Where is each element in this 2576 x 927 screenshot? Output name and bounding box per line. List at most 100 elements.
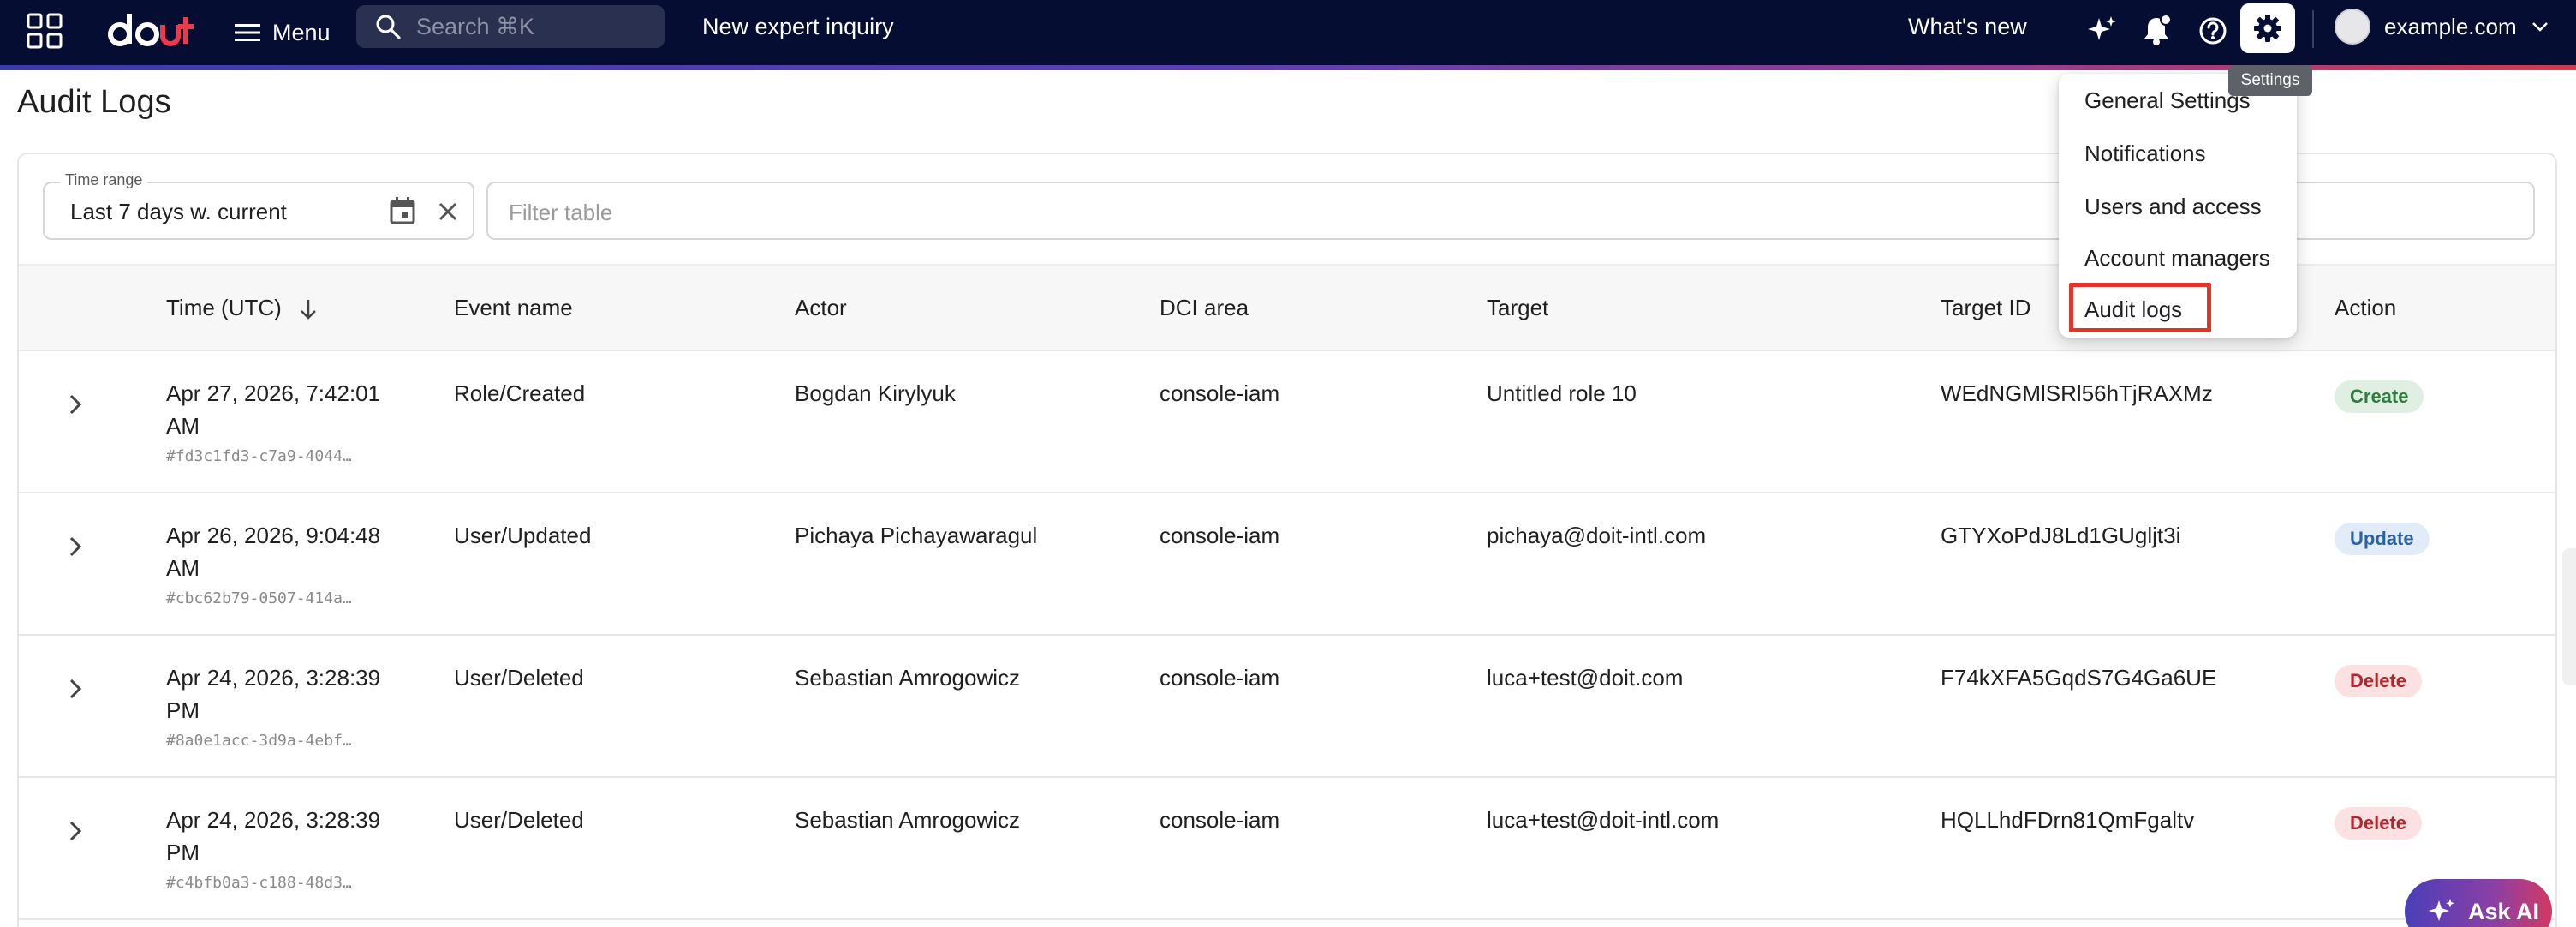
help-button[interactable] [2194, 12, 2232, 50]
settings-tooltip: Settings [2228, 65, 2312, 96]
sparkle-icon [2088, 16, 2116, 40]
topbar-divider [2312, 10, 2314, 48]
column-header-target-id[interactable]: Target ID [1941, 295, 2031, 321]
time-value: Apr 27, 2026, 7:42:01 [166, 380, 381, 406]
time-period: AM [166, 413, 200, 439]
table-row[interactable]: Apr 24, 2026, 3:28:39 PM #c4bfb0a3-c188-… [19, 778, 2555, 920]
target-id-cell: F74kXFA5GqdS7G4Ga6UE [1941, 665, 2217, 691]
chevron-right-icon[interactable] [58, 672, 92, 706]
time-cell: Apr 24, 2026, 3:28:39 PM #c4bfb0a3-c188-… [166, 804, 423, 894]
sparkle-icon [2429, 899, 2454, 921]
menu-label: Menu [272, 19, 331, 45]
actor-cell: Sebastian Amrogowicz [795, 807, 1021, 833]
time-range-value: Last 7 days w. current [70, 199, 287, 224]
event-name-cell: Role/Created [454, 380, 586, 406]
ai-sparkle-button[interactable] [2083, 12, 2120, 50]
column-header-target[interactable]: Target [1487, 295, 1548, 321]
chevron-right-icon[interactable] [58, 814, 92, 848]
new-expert-inquiry-link[interactable]: New expert inquiry [702, 14, 894, 40]
doit-logo-mark [108, 14, 194, 46]
table-row[interactable]: Apr 24, 2026, 3:28:39 PM #8a0e1acc-3d9a-… [19, 636, 2555, 778]
time-cell: Apr 26, 2026, 9:04:48 AM #cbc62b79-0507-… [166, 519, 423, 610]
dci-area-cell: console-iam [1160, 380, 1280, 406]
avatar [2334, 9, 2370, 45]
account-switcher[interactable]: example.com [2334, 7, 2549, 46]
menu-item-account-managers[interactable]: Account managers [2084, 245, 2270, 272]
audit-logs-highlight-box [2069, 283, 2211, 332]
chevron-right-icon[interactable] [58, 529, 92, 564]
actor-cell: Pichaya Pichayawaragul [795, 523, 1038, 548]
target-cell: pichaya@doit-intl.com [1487, 523, 1707, 548]
target-cell: Untitled role 10 [1487, 380, 1637, 406]
menu-button[interactable]: Menu [235, 10, 331, 55]
log-hash: #c4bfb0a3-c188-48d3… [166, 874, 352, 892]
settings-dropdown-menu: General Settings Notifications Users and… [2059, 74, 2297, 338]
whats-new-link[interactable]: What's new [1908, 14, 2027, 40]
action-badge: Update [2334, 523, 2430, 555]
apps-grid-icon[interactable] [26, 12, 63, 50]
event-name-cell: User/Deleted [454, 665, 584, 691]
target-id-cell: WEdNGMlSRl56hTjRAXMz [1941, 380, 2213, 406]
settings-button[interactable] [2240, 3, 2295, 53]
page: Menu New expert inquiry What's new [0, 0, 2576, 927]
time-value: Apr 24, 2026, 3:28:39 [166, 807, 381, 833]
time-value: Apr 24, 2026, 3:28:39 [166, 665, 381, 691]
action-badge: Delete [2334, 807, 2423, 840]
menu-item-users-and-access[interactable]: Users and access [2084, 194, 2262, 220]
time-period: PM [166, 697, 200, 723]
time-cell: Apr 27, 2026, 7:42:01 AM #fd3c1fd3-c7a9-… [166, 377, 423, 468]
action-badge: Create [2334, 380, 2424, 413]
doit-logo[interactable] [108, 7, 202, 55]
target-id-cell: HQLLhdFDrn81QmFgaltv [1941, 807, 2195, 833]
search-input[interactable] [416, 13, 647, 40]
menu-item-notifications[interactable]: Notifications [2084, 141, 2206, 167]
target-cell: luca+test@doit-intl.com [1487, 807, 1720, 833]
chevron-right-icon[interactable] [58, 387, 92, 422]
ask-ai-button[interactable]: Ask AI [2405, 879, 2552, 927]
table-row[interactable]: Apr 26, 2026, 9:04:48 AM #cbc62b79-0507-… [19, 493, 2555, 636]
column-header-dci-area[interactable]: DCI area [1160, 295, 1249, 321]
calendar-icon[interactable] [387, 195, 418, 226]
account-name: example.com [2384, 13, 2517, 39]
time-period: PM [166, 840, 200, 865]
help-icon [2199, 17, 2227, 45]
ask-ai-label: Ask AI [2468, 898, 2540, 924]
dci-area-cell: console-iam [1160, 523, 1280, 548]
time-cell: Apr 24, 2026, 3:28:39 PM #8a0e1acc-3d9a-… [166, 661, 423, 752]
time-period: AM [166, 555, 200, 581]
gear-icon [2254, 15, 2281, 42]
dci-area-cell: console-iam [1160, 807, 1280, 833]
log-hash: #fd3c1fd3-c7a9-4044… [166, 447, 352, 465]
menu-icon [235, 24, 260, 41]
close-icon[interactable] [433, 197, 462, 226]
column-header-event-name[interactable]: Event name [454, 295, 573, 321]
sort-down-icon [301, 300, 316, 320]
actor-cell: Bogdan Kirylyuk [795, 380, 956, 406]
notifications-button[interactable] [2138, 12, 2175, 50]
search-bar[interactable] [356, 5, 665, 48]
table-row[interactable]: Apr 27, 2026, 7:42:01 AM #fd3c1fd3-c7a9-… [19, 351, 2555, 493]
top-navigation-bar: Menu New expert inquiry What's new [0, 0, 2576, 65]
dci-area-cell: console-iam [1160, 665, 1280, 691]
actor-cell: Sebastian Amrogowicz [795, 665, 1021, 691]
event-name-cell: User/Updated [454, 523, 592, 548]
time-range-label: Time range [60, 171, 148, 189]
page-title: Audit Logs [17, 84, 171, 120]
log-hash: #cbc62b79-0507-414a… [166, 589, 352, 607]
action-badge: Delete [2334, 665, 2423, 697]
column-header-action[interactable]: Action [2334, 295, 2396, 321]
menu-item-general-settings[interactable]: General Settings [2084, 87, 2251, 114]
column-header-actor[interactable]: Actor [795, 295, 847, 321]
log-hash: #8a0e1acc-3d9a-4ebf… [166, 732, 352, 750]
search-icon [376, 15, 401, 39]
chevron-down-icon [2531, 22, 2548, 32]
time-range-picker[interactable]: Time range Last 7 days w. current [43, 171, 474, 240]
topbar-accent-line [0, 65, 2576, 70]
target-id-cell: GTYXoPdJ8Ld1GUgljt3i [1941, 523, 2181, 548]
side-panel-handle[interactable] [2562, 548, 2576, 685]
time-value: Apr 26, 2026, 9:04:48 [166, 523, 381, 548]
event-name-cell: User/Deleted [454, 807, 584, 833]
column-header-time-label: Time (UTC) [166, 295, 282, 320]
column-header-time[interactable]: Time (UTC) [166, 295, 319, 321]
notification-dot [2160, 14, 2172, 26]
